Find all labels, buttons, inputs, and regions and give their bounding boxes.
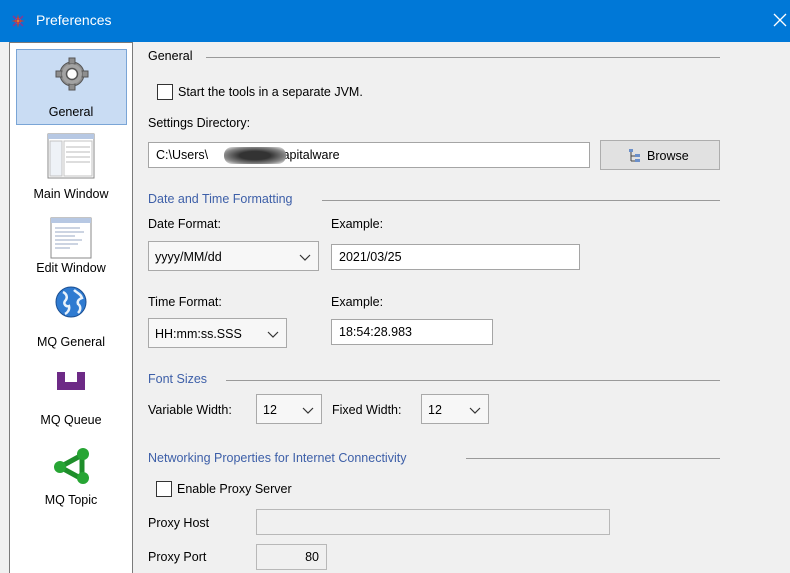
proxy-host-field[interactable] (256, 509, 610, 535)
proxy-port-field[interactable]: 80 (256, 544, 327, 570)
edit-window-icon (50, 217, 92, 259)
sidebar-item-general[interactable]: General (10, 49, 132, 127)
sidebar-item-edit-window[interactable]: Edit Window (10, 211, 132, 289)
folder-tree-icon (629, 149, 640, 162)
date-example-label: Example: (331, 217, 384, 231)
preferences-sidebar: General Main Window Edit Window MQ Gener… (9, 42, 133, 573)
chevron-down-icon (302, 407, 314, 414)
fixed-width-label: Fixed Width: (332, 403, 402, 417)
variable-width-select[interactable]: 12 (256, 394, 322, 424)
date-format-select[interactable]: yyyy/MM/dd (148, 241, 319, 271)
chevron-down-icon (299, 254, 311, 261)
settings-directory-prefix: C:\Users\ (156, 148, 209, 162)
time-format-label: Time Format: (148, 295, 222, 309)
section-title-font-sizes: Font Sizes (148, 372, 208, 386)
section-divider (206, 57, 720, 58)
app-icon (11, 14, 25, 28)
window-title: Preferences (36, 12, 112, 28)
time-example-label: Example: (331, 295, 384, 309)
date-format-label: Date Format: (148, 217, 221, 231)
date-example-value: 2021/03/25 (339, 250, 402, 264)
gear-icon (55, 57, 89, 91)
globe-icon (55, 286, 87, 318)
sidebar-item-mq-queue[interactable]: MQ Queue (10, 365, 132, 441)
date-format-value: yyyy/MM/dd (155, 250, 222, 264)
section-title-networking: Networking Properties for Internet Conne… (148, 451, 407, 465)
sidebar-item-label: General (48, 105, 94, 119)
section-divider (466, 458, 720, 459)
sidebar-item-label: MQ Topic (44, 493, 98, 507)
chevron-down-icon (267, 331, 279, 338)
redaction-blur (224, 147, 286, 164)
section-divider (322, 200, 720, 201)
time-format-value: HH:mm:ss.SSS (155, 327, 242, 341)
sidebar-item-label: MQ Queue (40, 413, 102, 427)
sidebar-item-mq-general[interactable]: MQ General (10, 285, 132, 363)
time-format-select[interactable]: HH:mm:ss.SSS (148, 318, 287, 348)
section-title-date-time: Date and Time Formatting (148, 192, 293, 206)
settings-directory-field[interactable]: C:\Users\ \Capitalware (148, 142, 590, 168)
separate-jvm-checkbox[interactable] (157, 84, 173, 100)
section-title-general: General (148, 49, 193, 63)
queue-icon (57, 372, 85, 390)
proxy-port-label: Proxy Port (148, 550, 207, 564)
fixed-width-value: 12 (428, 403, 442, 417)
time-example-value: 18:54:28.983 (339, 325, 412, 339)
browse-button[interactable]: Browse (600, 140, 720, 170)
title-bar: Preferences (0, 0, 790, 42)
sidebar-item-mq-topic[interactable]: MQ Topic (10, 443, 132, 521)
sidebar-item-label: Edit Window (36, 261, 106, 275)
fixed-width-select[interactable]: 12 (421, 394, 489, 424)
browse-button-label: Browse (647, 149, 689, 163)
section-divider (226, 380, 720, 381)
date-example-field: 2021/03/25 (331, 244, 580, 270)
time-example-field: 18:54:28.983 (331, 319, 493, 345)
enable-proxy-checkbox[interactable] (156, 481, 172, 497)
variable-width-label: Variable Width: (148, 403, 232, 417)
enable-proxy-label: Enable Proxy Server (177, 482, 292, 496)
variable-width-value: 12 (263, 403, 277, 417)
proxy-host-label: Proxy Host (148, 516, 210, 530)
preferences-panel: General Start the tools in a separate JV… (133, 42, 790, 573)
sidebar-item-label: MQ General (36, 335, 106, 349)
settings-directory-label: Settings Directory: (148, 116, 251, 130)
main-window-icon (47, 133, 95, 179)
separate-jvm-label: Start the tools in a separate JVM. (178, 85, 363, 99)
sidebar-item-main-window[interactable]: Main Window (10, 129, 132, 207)
topic-icon (54, 448, 89, 484)
sidebar-item-label: Main Window (33, 187, 109, 201)
proxy-port-value: 80 (305, 550, 319, 564)
close-icon[interactable] (768, 0, 790, 42)
chevron-down-icon (469, 407, 481, 414)
